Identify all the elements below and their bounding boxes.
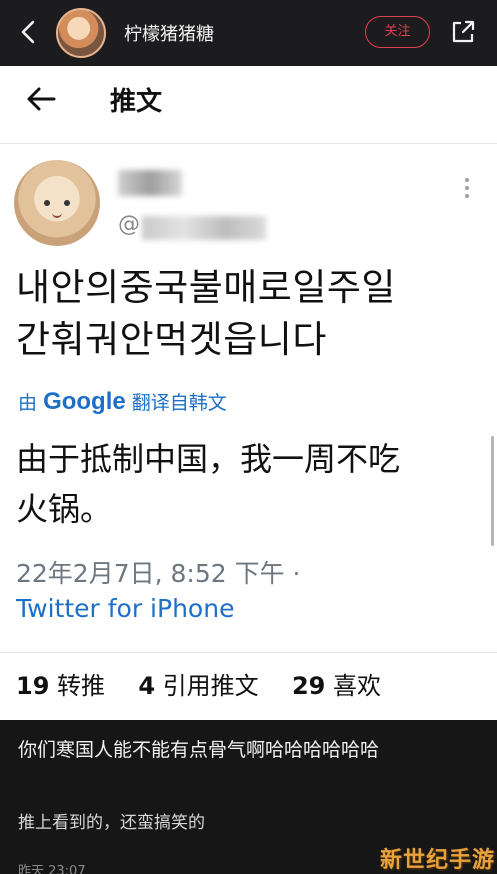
google-logo: Google	[43, 388, 126, 415]
translated-line-2: 火锅。	[16, 490, 113, 528]
handle-at-sign: @	[118, 212, 140, 237]
tweet-screenshot[interactable]: 推文 @ 내안의중국불매로일주일 간훠궈안먹겟읍니다 由 Google 翻译自韩…	[0, 66, 497, 720]
post-caption: 你们寒国人能不能有点骨气啊哈哈哈哈哈哈	[18, 739, 380, 761]
user-avatar[interactable]	[56, 8, 106, 58]
username[interactable]: 柠檬猪猪糖	[124, 20, 214, 46]
scrollbar	[491, 436, 494, 546]
quotes-label: 引用推文	[162, 672, 259, 700]
tweet-source: Twitter for iPhone	[16, 594, 235, 623]
app-header: 柠檬猪猪糖 关注	[0, 0, 497, 66]
chevron-left-icon[interactable]	[14, 18, 42, 46]
retweets-label: 转推	[57, 672, 106, 700]
translated-line-1: 由于抵制中国，我一周不吃	[16, 440, 401, 478]
post-date: 昨天 23:07	[18, 864, 86, 874]
tweet-header: 推文	[0, 66, 497, 144]
watermark-logo: 新世纪手游	[380, 848, 496, 873]
tweet-original-line-1: 내안의중국불매로일주일	[16, 266, 396, 309]
translate-prefix: 由	[18, 392, 38, 414]
retweets-count: 19	[16, 672, 50, 700]
arrow-left-icon	[27, 87, 56, 111]
divider	[0, 652, 497, 653]
likes-label: 喜欢	[333, 672, 381, 700]
blurred-author-handle	[142, 216, 266, 240]
quotes-count: 4	[138, 672, 156, 700]
tweet-header-title: 推文	[110, 87, 163, 117]
follow-button[interactable]: 关注	[365, 16, 430, 48]
tweet-original-line-2: 간훠궈안먹겟읍니다	[16, 318, 327, 361]
more-vertical-icon	[465, 178, 469, 198]
tweet-translated-text: 由于抵制中国，我一周不吃 火锅。	[16, 434, 476, 534]
translation-attribution: 由 Google 翻译自韩文	[18, 388, 227, 416]
likes-count: 29	[291, 672, 326, 700]
share-icon[interactable]	[449, 18, 477, 46]
blurred-author-name	[118, 170, 182, 196]
tweet-timestamp: 22年2月7日, 8:52 下午 ·	[16, 559, 301, 588]
post-subtext: 推上看到的，还蛮搞笑的	[18, 813, 205, 833]
tweet-stats: 19 转推 4 引用推文 29 喜欢	[16, 666, 381, 701]
translate-suffix: 翻译自韩文	[131, 392, 227, 414]
tweet-original-text: 내안의중국불매로일주일 간훠궈안먹겟읍니다	[16, 262, 486, 366]
tweet-author-avatar	[14, 160, 100, 246]
